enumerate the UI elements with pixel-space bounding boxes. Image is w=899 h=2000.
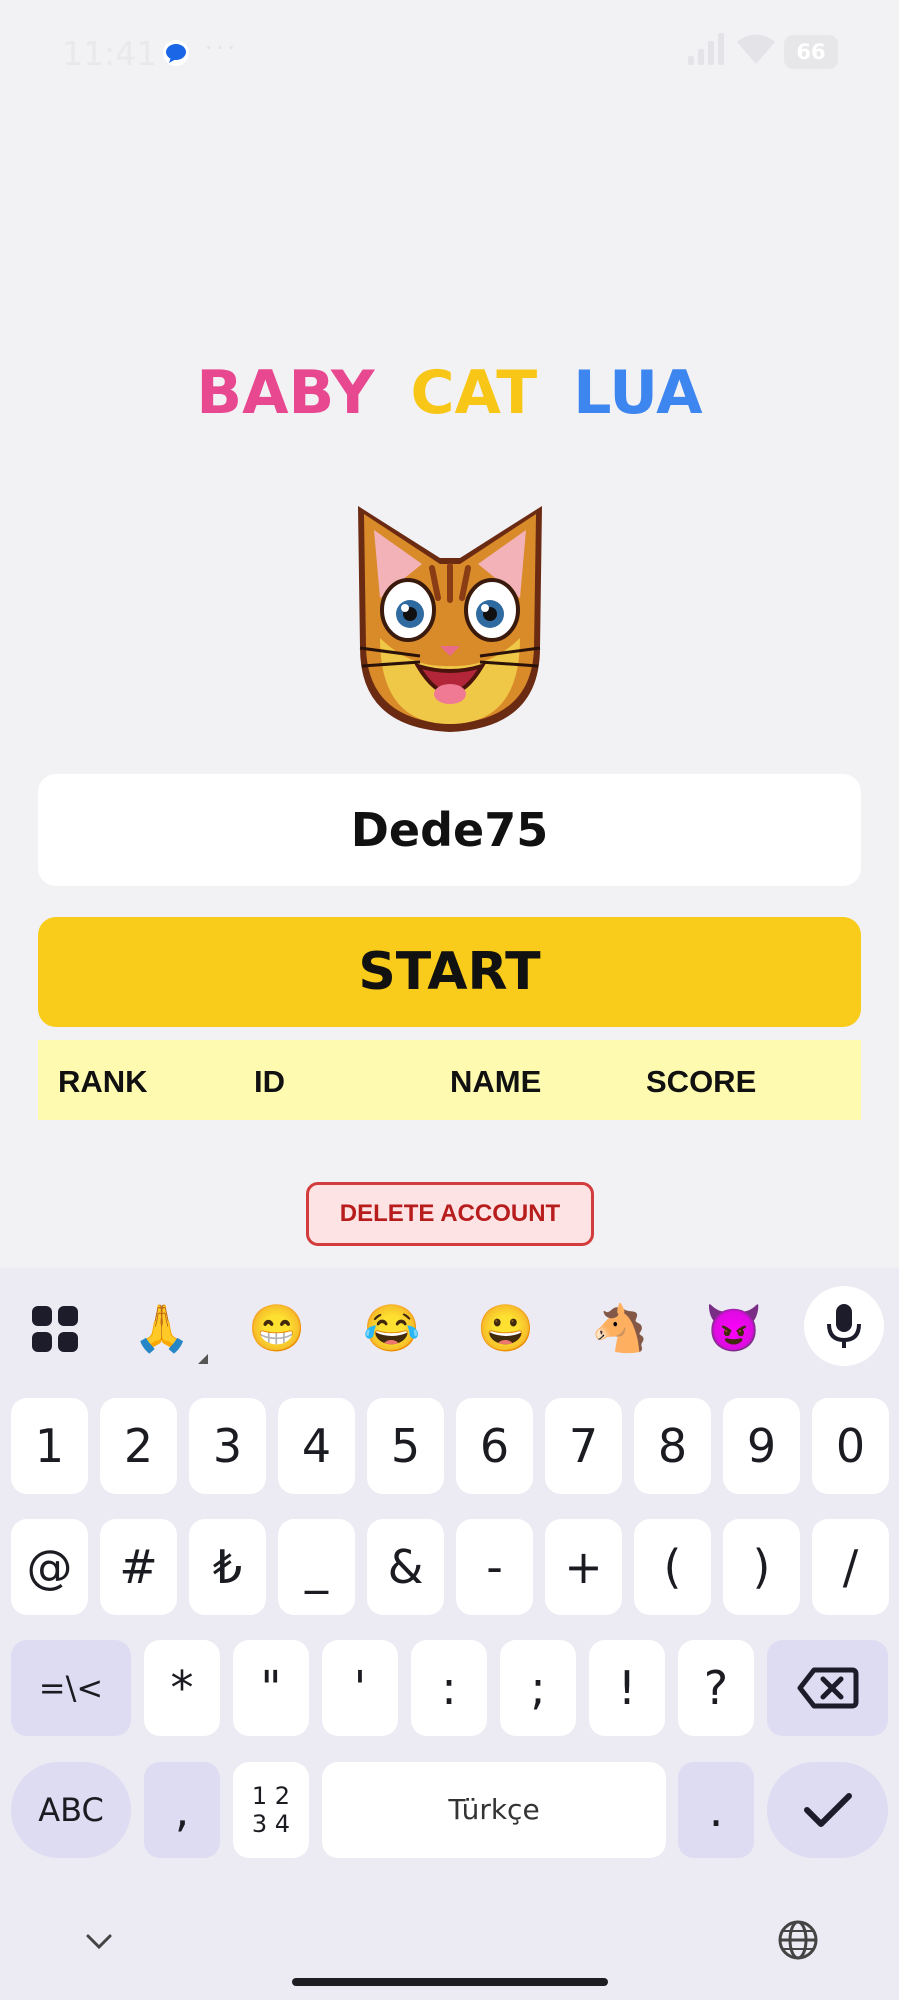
key-colon[interactable]: : bbox=[411, 1640, 487, 1736]
numpad-label-top: 1 2 bbox=[251, 1782, 291, 1810]
key-6[interactable]: 6 bbox=[456, 1398, 533, 1494]
key-minus[interactable]: - bbox=[456, 1519, 533, 1615]
player-name-input[interactable]: Dede75 bbox=[38, 774, 861, 886]
title-word-cat: CAT bbox=[410, 358, 538, 428]
emoji-suggestion[interactable]: 😂 bbox=[362, 1298, 422, 1358]
key-slash[interactable]: / bbox=[812, 1519, 889, 1615]
soft-keyboard: 🙏 😁 😂 😀 🐴 😈 1 2 3 4 5 6 7 8 9 0 @ # ₺ _ bbox=[0, 1268, 899, 2000]
key-open-paren[interactable]: ( bbox=[634, 1519, 711, 1615]
more-symbols-key[interactable]: =\< bbox=[11, 1640, 131, 1736]
key-ampersand[interactable]: & bbox=[367, 1519, 444, 1615]
leaderboard-header: RANK ID NAME SCORE bbox=[38, 1040, 861, 1120]
status-time: 11:41 bbox=[62, 34, 158, 73]
key-8[interactable]: 8 bbox=[634, 1398, 711, 1494]
abc-key[interactable]: ABC bbox=[11, 1762, 131, 1858]
key-underscore[interactable]: _ bbox=[278, 1519, 355, 1615]
key-0[interactable]: 0 bbox=[812, 1398, 889, 1494]
hide-keyboard-icon[interactable] bbox=[84, 1932, 114, 1952]
emoji-suggestion[interactable]: 😈 bbox=[704, 1298, 764, 1358]
start-button[interactable]: START bbox=[38, 917, 861, 1027]
key-double-quote[interactable]: " bbox=[233, 1640, 309, 1736]
key-period[interactable]: . bbox=[678, 1762, 754, 1858]
done-key[interactable] bbox=[767, 1762, 888, 1858]
key-2[interactable]: 2 bbox=[100, 1398, 177, 1494]
title-word-baby: BABY bbox=[196, 358, 375, 428]
key-comma[interactable]: , bbox=[144, 1762, 220, 1858]
globe-icon[interactable] bbox=[776, 1918, 820, 1962]
header-rank: RANK bbox=[58, 1064, 148, 1099]
key-3[interactable]: 3 bbox=[189, 1398, 266, 1494]
microphone-button[interactable] bbox=[804, 1286, 884, 1366]
header-id: ID bbox=[254, 1064, 285, 1099]
emoji-suggestion[interactable]: 🐴 bbox=[590, 1298, 650, 1358]
key-lira[interactable]: ₺ bbox=[189, 1519, 266, 1615]
delete-account-button[interactable]: DELETE ACCOUNT bbox=[306, 1182, 594, 1246]
microphone-icon bbox=[827, 1304, 861, 1348]
numpad-key[interactable]: 1 2 3 4 bbox=[233, 1762, 309, 1858]
keyboard-toolbar: 🙏 😁 😂 😀 🐴 😈 bbox=[0, 1268, 899, 1386]
key-4[interactable]: 4 bbox=[278, 1398, 355, 1494]
battery-icon: 66 bbox=[784, 35, 838, 69]
key-plus[interactable]: + bbox=[545, 1519, 622, 1615]
space-bar[interactable]: Türkçe bbox=[322, 1762, 666, 1858]
status-bar: 11:41 ··· 66 bbox=[0, 0, 899, 104]
key-7[interactable]: 7 bbox=[545, 1398, 622, 1494]
home-indicator[interactable] bbox=[292, 1978, 608, 1986]
app-title: BABY CAT LUA bbox=[0, 358, 899, 428]
key-9[interactable]: 9 bbox=[723, 1398, 800, 1494]
message-icon bbox=[163, 40, 189, 66]
key-at[interactable]: @ bbox=[11, 1519, 88, 1615]
expand-corner-icon bbox=[198, 1354, 208, 1364]
key-asterisk[interactable]: * bbox=[144, 1640, 220, 1736]
backspace-icon bbox=[797, 1667, 858, 1709]
key-hash[interactable]: # bbox=[100, 1519, 177, 1615]
title-word-lua: LUA bbox=[573, 358, 703, 428]
key-close-paren[interactable]: ) bbox=[723, 1519, 800, 1615]
key-exclamation[interactable]: ! bbox=[589, 1640, 665, 1736]
emoji-suggestion[interactable]: 😁 bbox=[247, 1298, 307, 1358]
signal-icon bbox=[688, 33, 724, 65]
numpad-label-bottom: 3 4 bbox=[251, 1810, 291, 1838]
key-semicolon[interactable]: ; bbox=[500, 1640, 576, 1736]
wifi-icon bbox=[737, 34, 775, 64]
cat-mascot-image bbox=[358, 506, 542, 732]
backspace-key[interactable] bbox=[767, 1640, 888, 1736]
checkmark-icon bbox=[804, 1793, 852, 1827]
more-notifications-icon: ··· bbox=[204, 30, 238, 61]
header-score: SCORE bbox=[646, 1064, 757, 1099]
emoji-suggestion[interactable]: 😀 bbox=[476, 1298, 536, 1358]
key-question[interactable]: ? bbox=[678, 1640, 754, 1736]
header-name: NAME bbox=[450, 1064, 542, 1099]
key-1[interactable]: 1 bbox=[11, 1398, 88, 1494]
emoji-suggestion[interactable]: 🙏 bbox=[132, 1298, 192, 1358]
apps-grid-icon[interactable] bbox=[32, 1306, 78, 1352]
key-5[interactable]: 5 bbox=[367, 1398, 444, 1494]
key-single-quote[interactable]: ' bbox=[322, 1640, 398, 1736]
